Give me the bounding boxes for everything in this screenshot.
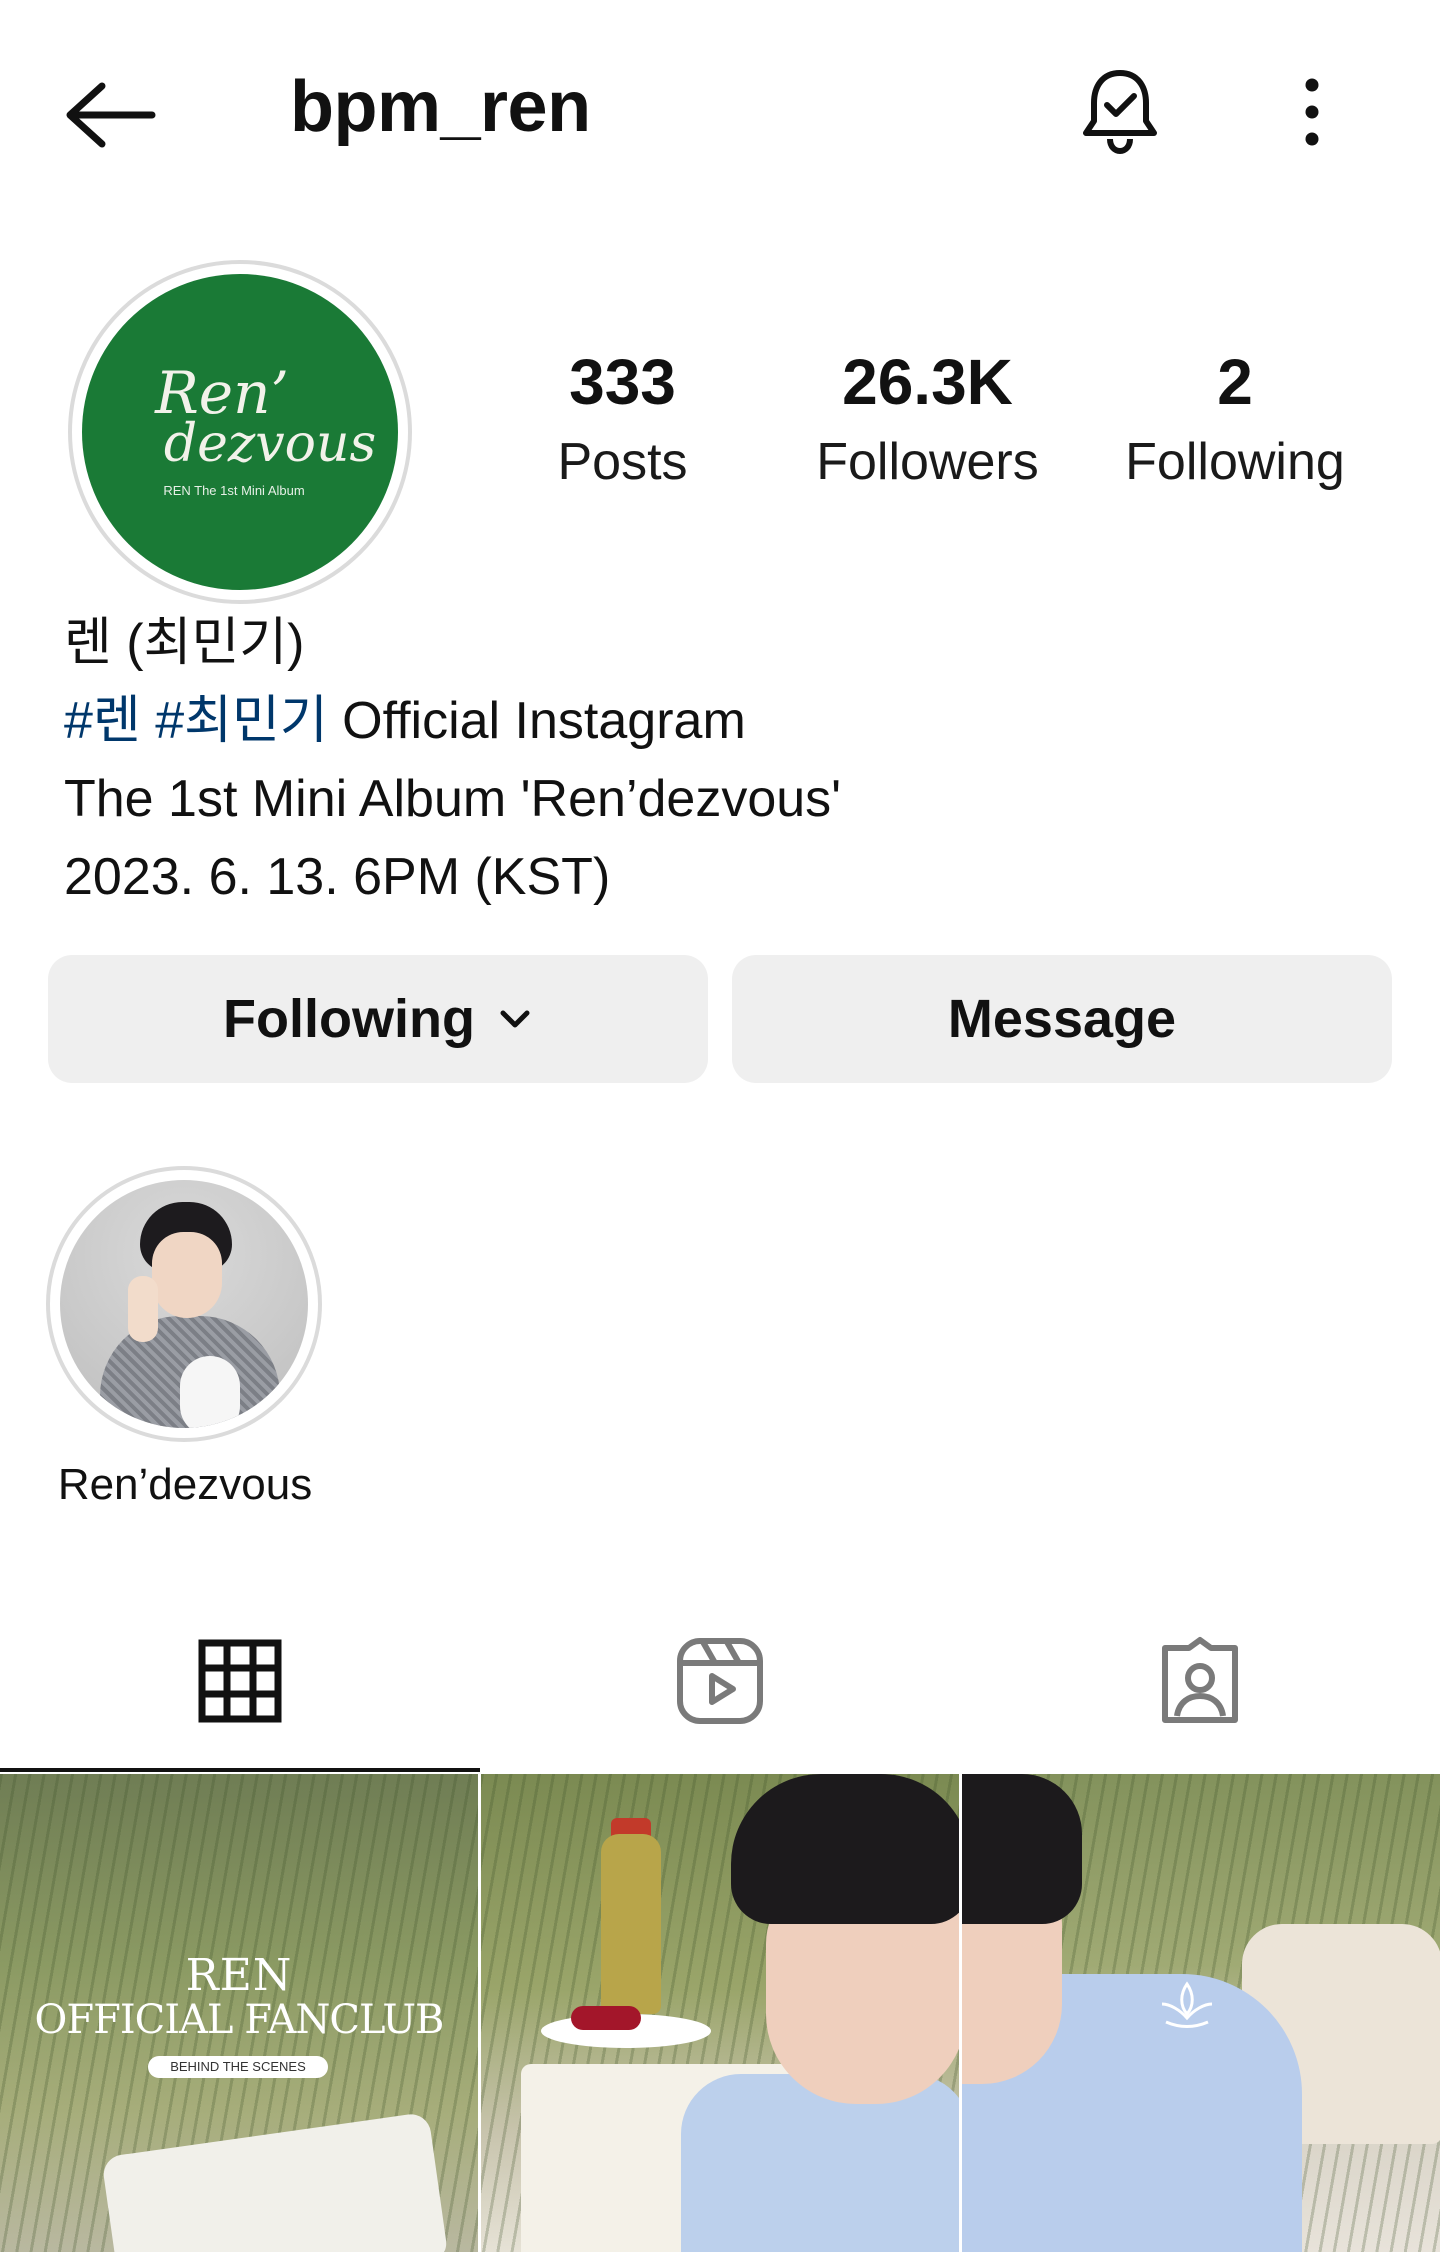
arrow-left-icon [66, 82, 156, 148]
bio-text: The 1st Mini Album 'Ren’dezvous' [64, 770, 842, 828]
followers-count[interactable]: 26.3K Followers [800, 350, 1055, 488]
message-button-label: Message [947, 989, 1177, 1049]
avatar-logo-line1: Ren’ [155, 358, 289, 427]
hashtag-link[interactable]: #렌 [64, 692, 141, 750]
bio-line-hashtags: #렌 #최민기 Official Instagram [64, 682, 1364, 760]
tagged-person-icon [1162, 1637, 1238, 1723]
chevron-down-icon [497, 1007, 533, 1031]
tab-reels[interactable] [480, 1590, 960, 1772]
highlight-image [60, 1180, 308, 1428]
reels-icon [677, 1638, 763, 1724]
following-count[interactable]: 2 Following [1110, 350, 1360, 488]
posts-count-label: Posts [557, 433, 688, 491]
avatar-logo-subtitle: REN The 1st Mini Album [163, 482, 305, 498]
more-vertical-icon [1305, 78, 1319, 146]
bio-text: Official Instagram [327, 692, 746, 750]
profile-tabs [0, 1590, 1440, 1772]
story-highlight[interactable]: Ren’dezvous [46, 1166, 324, 1510]
followers-count-value: 26.3K [842, 346, 1013, 418]
bell-check-icon [1083, 70, 1157, 155]
profile-avatar[interactable]: Ren’ dezvous REN The 1st Mini Album [68, 260, 412, 604]
avatar-image: Ren’ dezvous REN The 1st Mini Album [82, 274, 398, 590]
following-count-label: Following [1125, 433, 1345, 491]
following-button-label: Following [223, 989, 475, 1049]
message-button[interactable]: Message [732, 955, 1392, 1083]
followers-count-label: Followers [816, 433, 1039, 491]
post-overlay-subtitle: OFFICIAL FANCLUB [34, 1997, 445, 2043]
avatar-logo-line2: dezvous [163, 413, 377, 474]
posts-count-value: 333 [569, 346, 676, 418]
posts-count[interactable]: 333 Posts [540, 350, 705, 488]
following-button[interactable]: Following [48, 955, 708, 1083]
active-tab-indicator [0, 1768, 480, 1772]
top-bar: bpm_ren [0, 0, 1440, 230]
bio-text: 2023. 6. 13. 6PM (KST) [64, 848, 611, 906]
notifications-button[interactable] [1070, 62, 1170, 162]
highlight-cover [46, 1166, 322, 1442]
highlight-label: Ren’dezvous [57, 1460, 313, 1509]
more-options-button[interactable] [1272, 62, 1352, 162]
post-thumbnail[interactable] [481, 1774, 959, 2252]
profile-username: bpm_ren [290, 67, 591, 147]
back-button[interactable] [60, 70, 160, 160]
tab-posts-grid[interactable] [0, 1590, 480, 1772]
lotus-logo-icon [1161, 1981, 1213, 2028]
following-count-value: 2 [1217, 346, 1253, 418]
tab-tagged[interactable] [960, 1590, 1440, 1772]
hashtag-link[interactable]: #최민기 [155, 692, 327, 750]
posts-grid: REN OFFICIAL FANCLUB BEHIND THE SCENES [0, 1774, 1440, 2252]
grid-icon [198, 1639, 282, 1723]
profile-bio: 렌 (최민기) #렌 #최민기 Official Instagram The 1… [64, 604, 1364, 916]
post-thumbnail[interactable] [962, 1774, 1440, 2252]
post-overlay-title: REN [185, 1950, 293, 2001]
post-overlay-pill: BEHIND THE SCENES [148, 2056, 328, 2078]
post-thumbnail[interactable]: REN OFFICIAL FANCLUB BEHIND THE SCENES [0, 1774, 478, 2252]
profile-display-name: 렌 (최민기) [64, 614, 305, 672]
